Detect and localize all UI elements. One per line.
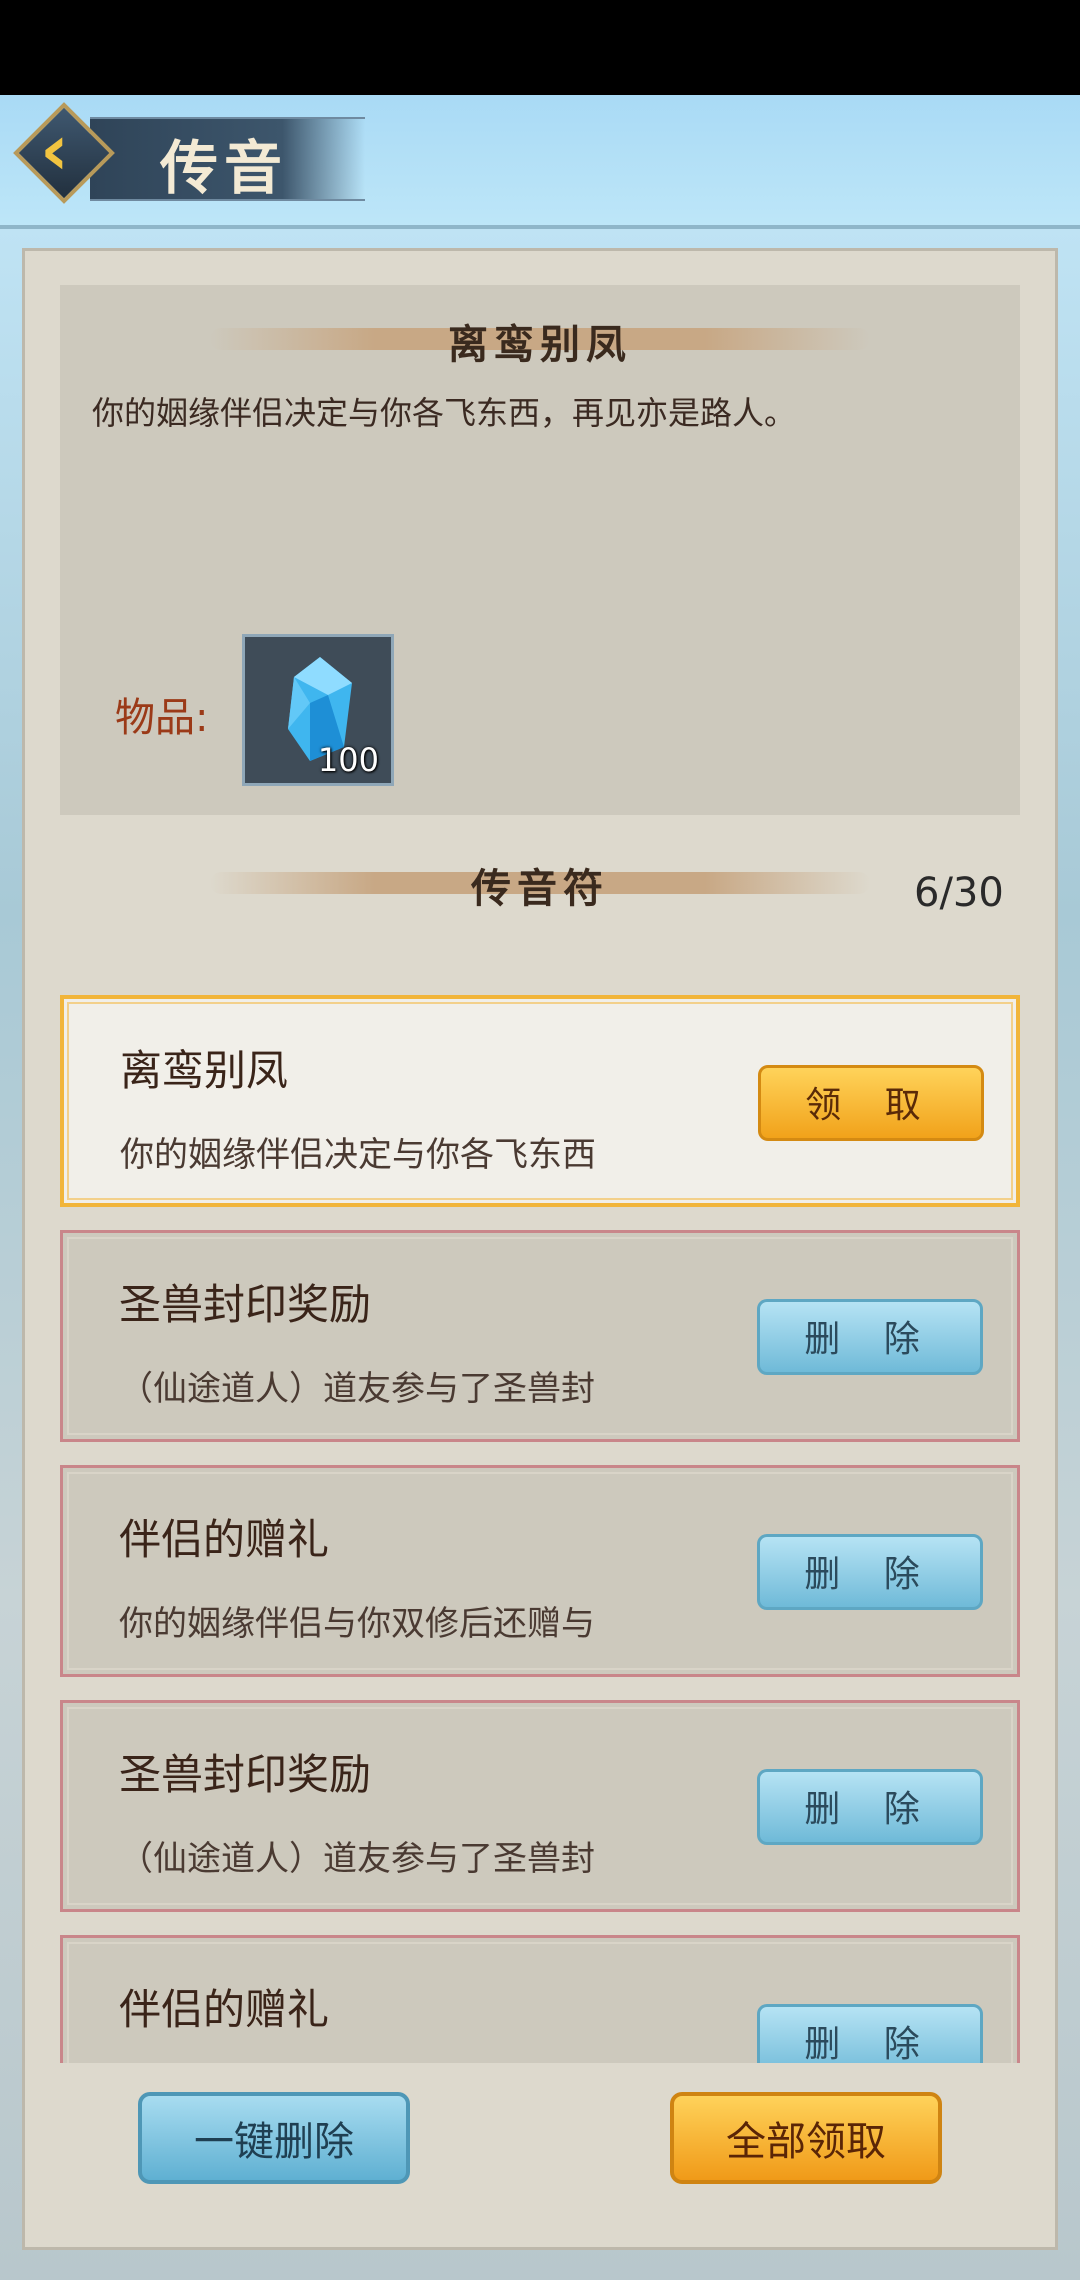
message-title: 伴侣的赠礼 — [119, 1515, 330, 1564]
attachment-slot[interactable]: 100 — [242, 634, 394, 786]
message-preview: 你的姻缘伴侣决定与你各飞东西 — [120, 1135, 596, 1175]
delete-button[interactable]: 删 除 — [757, 1299, 983, 1375]
message-preview: 你的姻缘伴侣与你双修后还赠与 — [119, 1604, 595, 1644]
item-count: 100 — [317, 741, 379, 779]
header: 传音 ‹ — [0, 95, 1080, 229]
message-title: 离鸾别凤 — [120, 1046, 289, 1095]
delete-button[interactable]: 删 除 — [757, 1769, 983, 1845]
message-title: 伴侣的赠礼 — [119, 1985, 330, 2034]
message-count: 6/30 — [914, 870, 1004, 916]
message-title: 圣兽封印奖励 — [119, 1750, 372, 1799]
claim-button[interactable]: 领 取 — [758, 1065, 984, 1141]
chevron-left-icon: ‹ — [40, 109, 69, 191]
message-list[interactable]: 离鸾别凤 你的姻缘伴侣决定与你各飞东西 领 取 圣兽封印奖励 （仙途道人）道友参… — [60, 995, 1020, 2063]
mail-body: 你的姻缘伴侣决定与你各飞东西，再见亦是路人。 — [92, 394, 797, 432]
message-preview: （仙途道人）道友参与了圣兽封 — [119, 1839, 595, 1879]
claim-all-button[interactable]: 全部领取 — [670, 2092, 942, 2184]
mail-heading-ribbon: 离鸾别凤 — [210, 318, 870, 368]
inbox-heading: 传音符 — [471, 865, 609, 912]
delete-button[interactable]: 删 除 — [757, 2004, 983, 2063]
list-item[interactable]: 离鸾别凤 你的姻缘伴侣决定与你各飞东西 领 取 — [60, 995, 1020, 1207]
delete-all-button[interactable]: 一键删除 — [138, 2092, 410, 2184]
list-item[interactable]: 伴侣的赠礼 删 除 — [60, 1935, 1020, 2063]
page-title: 传音 — [160, 134, 289, 202]
back-button[interactable]: ‹ — [13, 102, 115, 204]
delete-button[interactable]: 删 除 — [757, 1534, 983, 1610]
list-item[interactable]: 圣兽封印奖励 （仙途道人）道友参与了圣兽封 删 除 — [60, 1230, 1020, 1442]
status-bar — [0, 0, 1080, 95]
mail-heading: 离鸾别凤 — [448, 321, 632, 368]
message-title: 圣兽封印奖励 — [119, 1280, 372, 1329]
inbox-heading-ribbon: 传音符 — [210, 862, 870, 912]
list-item[interactable]: 伴侣的赠礼 你的姻缘伴侣与你双修后还赠与 删 除 — [60, 1465, 1020, 1677]
list-item[interactable]: 圣兽封印奖励 （仙途道人）道友参与了圣兽封 删 除 — [60, 1700, 1020, 1912]
items-label: 物品: — [115, 695, 209, 741]
message-preview: （仙途道人）道友参与了圣兽封 — [119, 1369, 595, 1409]
